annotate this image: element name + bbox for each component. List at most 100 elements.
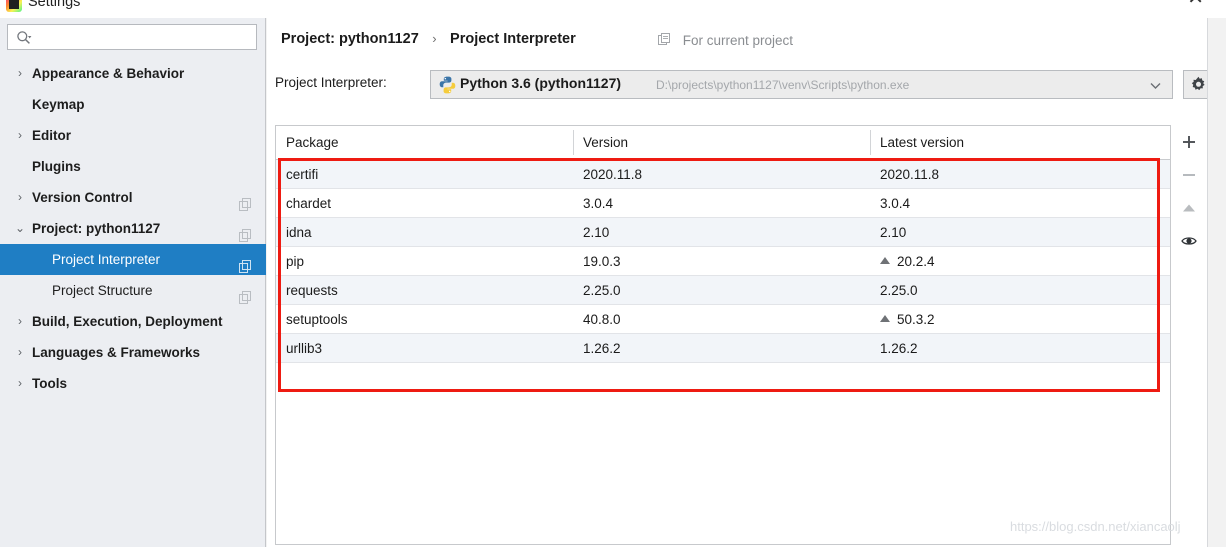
sidebar-item-build-execution-deployment[interactable]: › Build, Execution, Deployment <box>0 306 266 337</box>
chevron-right-icon[interactable]: › <box>14 182 26 213</box>
breadcrumb-root[interactable]: Project: python1127 <box>281 31 419 47</box>
column-divider[interactable] <box>573 130 574 155</box>
sidebar-item-project-interpreter[interactable]: Project Interpreter <box>0 244 266 275</box>
title-bar: Settings ✕ <box>0 0 1226 18</box>
latest-version-cell: 2.10 <box>880 225 907 240</box>
version-cell: 40.8.0 <box>583 312 621 327</box>
upgrade-available-icon <box>880 257 890 264</box>
table-row[interactable]: certifi 2020.11.8 2020.11.8 <box>276 160 1170 189</box>
latest-version-cell: 3.0.4 <box>880 196 911 211</box>
breadcrumb-leaf: Project Interpreter <box>450 31 576 47</box>
interpreter-name: Python 3.6 (python1127) <box>460 75 622 91</box>
package-name-cell: chardet <box>286 196 332 211</box>
column-divider[interactable] <box>870 130 871 155</box>
package-name-cell: urllib3 <box>286 341 323 356</box>
search-box[interactable] <box>7 24 257 50</box>
sidebar-item-label: Project: python1127 <box>32 221 161 236</box>
sidebar-item-label: Version Control <box>32 190 133 205</box>
version-cell: 3.0.4 <box>583 196 614 211</box>
latest-version-cell: 2.25.0 <box>880 283 918 298</box>
latest-version-text: 20.2.4 <box>897 254 935 269</box>
settings-tree: › Appearance & Behavior Keymap › Editor Plugi… <box>0 58 266 399</box>
column-header-package[interactable]: Package <box>276 126 573 159</box>
copy-icon <box>239 284 252 304</box>
interpreter-label: Project Interpreter: <box>275 75 387 90</box>
scope-hint-label: For current project <box>682 33 794 48</box>
sidebar-item-label: Plugins <box>32 159 81 174</box>
copy-icon <box>239 191 252 211</box>
settings-dialog: Settings ✕ ›Appearance & BehaviorKeymap›… <box>0 0 1226 547</box>
package-name-cell: requests <box>286 283 338 298</box>
table-empty-area <box>276 363 1170 393</box>
sidebar-item-label: Project Structure <box>52 283 153 298</box>
chevron-right-icon[interactable]: › <box>14 306 26 337</box>
show-early-releases-button[interactable] <box>1172 225 1206 258</box>
right-edge-strip <box>1207 18 1226 547</box>
sidebar-item-editor[interactable]: › Editor <box>0 120 266 151</box>
sidebar-item-label: Editor <box>32 128 71 143</box>
sidebar-item-label: Keymap <box>32 97 85 112</box>
latest-version-cell: 50.3.2 <box>870 305 1170 334</box>
table-body: certifi 2020.11.8 2020.11.8 chardet 3.0.4 3.0… <box>276 160 1170 393</box>
packages-table: Package Version Latest version certifi 2020… <box>275 125 1171 545</box>
sidebar-item-label: Project Interpreter <box>52 252 161 267</box>
version-cell: 2.25.0 <box>583 283 621 298</box>
upgrade-available-icon <box>880 315 890 322</box>
chevron-right-icon[interactable]: › <box>14 368 26 399</box>
window-title: Settings <box>28 0 81 10</box>
sidebar-item-appearance-behavior[interactable]: › Appearance & Behavior <box>0 58 266 89</box>
chevron-right-icon[interactable]: › <box>14 120 26 151</box>
sidebar-item-tools[interactable]: › Tools <box>0 368 266 399</box>
eye-icon <box>1181 237 1197 245</box>
interpreter-path: D:\projects\python1127\venv\Scripts\pyth… <box>656 78 910 92</box>
table-row[interactable]: idna 2.10 2.10 <box>276 218 1170 247</box>
interpreter-row: Project Interpreter: Python 3.6 (python1… <box>275 70 1220 100</box>
upgrade-package-button[interactable] <box>1172 192 1206 225</box>
sidebar-item-version-control[interactable]: › Version Control <box>0 182 266 213</box>
copy-icon <box>239 253 252 273</box>
chevron-down-icon[interactable] <box>1149 79 1162 92</box>
package-toolbar <box>1172 126 1206 266</box>
sidebar-item-plugins[interactable]: Plugins <box>0 151 266 182</box>
content-pane: Project: python1127 › Project Interprete… <box>267 18 1226 547</box>
sidebar-item-keymap[interactable]: Keymap <box>0 89 266 120</box>
latest-version-cell: 1.26.2 <box>880 341 918 356</box>
package-name-cell: certifi <box>286 167 319 182</box>
package-name-cell: pip <box>286 254 305 269</box>
interpreter-combobox[interactable]: Python 3.6 (python1127) D:\projects\pyth… <box>430 70 1173 99</box>
remove-package-button[interactable] <box>1172 159 1206 192</box>
sidebar-item-project-structure[interactable]: Project Structure <box>0 275 266 306</box>
intellij-idea-icon <box>6 0 22 12</box>
table-row[interactable]: urllib3 1.26.2 1.26.2 <box>276 334 1170 363</box>
sidebar-item-label: Appearance & Behavior <box>32 66 185 81</box>
chevron-right-icon[interactable]: › <box>14 337 26 368</box>
chevron-down-icon[interactable]: ⌄ <box>14 213 26 244</box>
settings-sidebar: › Appearance & Behavior Keymap › Editor Plugi… <box>0 18 266 547</box>
sidebar-item-project-python1127[interactable]: ⌄ Project: python1127 <box>0 213 266 244</box>
table-row[interactable]: requests 2.25.0 2.25.0 <box>276 276 1170 305</box>
sidebar-item-languages-frameworks[interactable]: › Languages & Frameworks <box>0 337 266 368</box>
table-row[interactable]: chardet 3.0.4 3.0.4 <box>276 189 1170 218</box>
minus-icon <box>1183 174 1195 176</box>
latest-version-cell: 2020.11.8 <box>880 167 940 182</box>
version-cell: 19.0.3 <box>583 254 621 269</box>
scope-hint: For current project <box>658 33 793 50</box>
python-icon <box>439 76 456 94</box>
table-row[interactable]: setuptools 40.8.0 50.3.2 <box>276 305 1170 334</box>
table-row[interactable]: pip 19.0.3 20.2.4 <box>276 247 1170 276</box>
latest-version-text: 50.3.2 <box>897 312 935 327</box>
search-icon <box>17 31 32 44</box>
add-package-button[interactable] <box>1172 126 1206 159</box>
close-icon[interactable]: ✕ <box>1187 0 1204 7</box>
triangle-up-icon <box>1183 204 1195 212</box>
table-header: Package Version Latest version <box>276 126 1170 160</box>
breadcrumb-separator: › <box>432 31 437 46</box>
sidebar-item-label: Languages & Frameworks <box>32 345 201 360</box>
column-header-latest-version[interactable]: Latest version <box>870 126 1170 159</box>
column-header-version[interactable]: Version <box>573 126 870 159</box>
version-cell: 2020.11.8 <box>583 167 643 182</box>
copy-icon <box>658 33 672 50</box>
search-input[interactable] <box>38 25 253 49</box>
chevron-right-icon[interactable]: › <box>14 58 26 89</box>
version-cell: 2.10 <box>583 225 610 240</box>
